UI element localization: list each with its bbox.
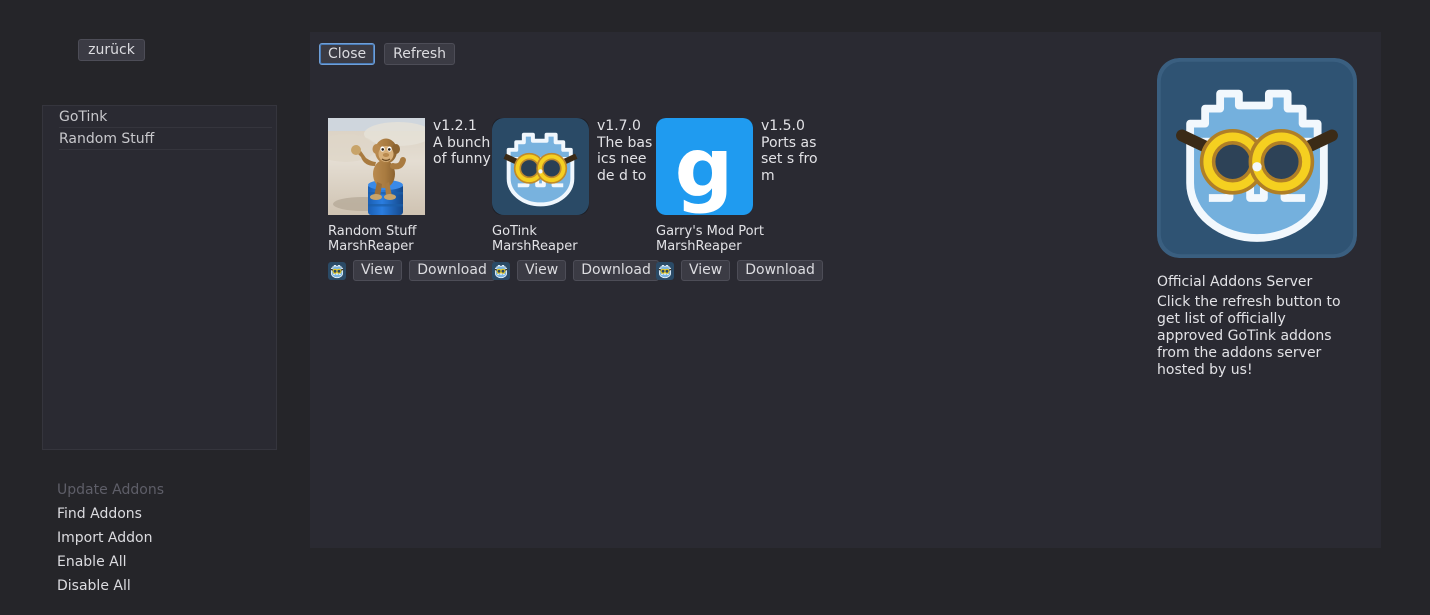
view-button[interactable]: View [353, 260, 403, 281]
menu-item-update-addons: Update Addons [57, 482, 164, 498]
addon-list-box[interactable]: GoTink Random Stuff [42, 105, 277, 450]
menu-item-enable-all[interactable]: Enable All [57, 550, 164, 574]
addon-list-item-label: Random Stuff [59, 131, 155, 147]
svg-text:g: g [675, 121, 734, 215]
refresh-button[interactable]: Refresh [384, 43, 456, 65]
server-info-panel: Official Addons Server Click the refresh… [1157, 58, 1357, 379]
addon-author: MarshReaper [492, 239, 578, 254]
addon-list-item[interactable]: Random Stuff [43, 128, 276, 150]
sidebar-menu: Update Addons Find Addons Import Addon E… [57, 478, 164, 598]
view-button[interactable]: View [517, 260, 567, 281]
addon-actions: View Download [656, 260, 823, 281]
addon-meta: v1.5.0 Ports asset s from [761, 118, 819, 184]
addon-author: MarshReaper [656, 239, 742, 254]
server-info-description: Click the refresh button to get list of … [1157, 294, 1341, 378]
download-button[interactable]: Download [737, 260, 823, 281]
download-button[interactable]: Download [409, 260, 495, 281]
addon-title: Random Stuff [328, 224, 417, 239]
addon-version: v1.7.0 [597, 118, 641, 134]
gotink-icon [328, 261, 346, 280]
addon-description: Ports asset s from [761, 134, 818, 184]
panel-toolbar: Close Refresh [319, 43, 456, 65]
addon-meta: v1.2.1 A bunch of funny [433, 118, 491, 168]
gotink-icon [656, 261, 674, 280]
addon-author: MarshReaper [328, 239, 414, 254]
addon-version: v1.5.0 [761, 118, 805, 134]
addon-description: The basics neede d to [597, 134, 653, 184]
addon-version: v1.2.1 [433, 118, 477, 134]
addon-card[interactable]: g v1.5.0 Ports asset s from Garry's Mod … [656, 118, 823, 303]
menu-item-find-addons[interactable]: Find Addons [57, 502, 164, 526]
addon-title: Garry's Mod Port [656, 224, 764, 239]
gotink-icon [1157, 58, 1357, 258]
addon-actions: View Download [328, 260, 495, 281]
addon-thumbnail-gotink-icon [492, 118, 589, 215]
addon-card-list: v1.2.1 A bunch of funny Random Stuff Mar… [328, 118, 823, 303]
close-button[interactable]: Close [319, 43, 376, 65]
gotink-icon [492, 261, 510, 280]
addon-thumbnail-monkey-image [328, 118, 425, 215]
addon-card[interactable]: v1.7.0 The basics neede d to GoTink Mars… [492, 118, 659, 303]
back-button[interactable]: zurück [78, 39, 145, 61]
addon-actions: View Download [492, 260, 659, 281]
addon-thumbnail-garrys-mod-logo: g [656, 118, 753, 215]
server-info-title: Official Addons Server [1157, 274, 1313, 290]
menu-item-import-addon[interactable]: Import Addon [57, 526, 164, 550]
addon-description: A bunch of funny [433, 134, 491, 168]
addon-meta: v1.7.0 The basics neede d to [597, 118, 655, 184]
addon-list-item[interactable]: GoTink [43, 106, 276, 128]
addon-title: GoTink [492, 224, 537, 239]
addon-card[interactable]: v1.2.1 A bunch of funny Random Stuff Mar… [328, 118, 495, 303]
download-button[interactable]: Download [573, 260, 659, 281]
menu-item-disable-all[interactable]: Disable All [57, 574, 164, 598]
addon-list-item-label: GoTink [59, 109, 108, 125]
view-button[interactable]: View [681, 260, 731, 281]
